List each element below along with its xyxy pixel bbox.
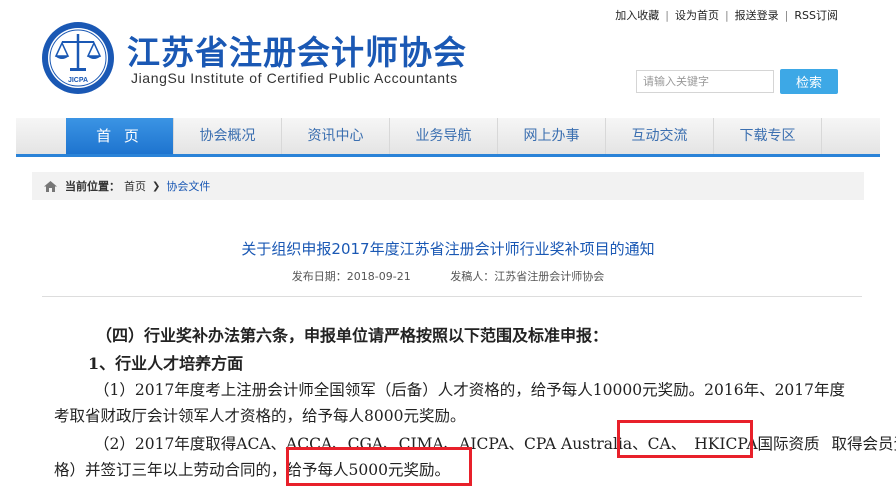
highlight-box bbox=[617, 420, 753, 458]
paragraph-section-heading: （四）行业奖补办法第六条，申报单位请严格按照以下范围及标准申报： bbox=[96, 326, 609, 345]
paragraph-text: 格）并签订三年以上劳动合同的， bbox=[54, 461, 287, 479]
paragraph-subheading: 1、行业人才培养方面 bbox=[88, 354, 244, 373]
highlight-box bbox=[286, 447, 472, 486]
article-body: （四）行业奖补办法第六条，申报单位请严格按照以下范围及标准申报： 1、行业人才培… bbox=[0, 0, 896, 500]
paragraph-line: （1）2017年度考上注册会计师全国领军（后备）人才资格的，给予每人10000元… bbox=[94, 381, 846, 399]
paragraph-line: （2）2017年度取得ACA、ACCA、CGA、CIMA、AICPA、CPA A… bbox=[94, 432, 896, 454]
paragraph-line: 考取省财政厅会计领军人才资格的，给予每人8000元奖励。 bbox=[54, 407, 466, 425]
paragraph-text: 取得会员资 bbox=[831, 435, 896, 453]
